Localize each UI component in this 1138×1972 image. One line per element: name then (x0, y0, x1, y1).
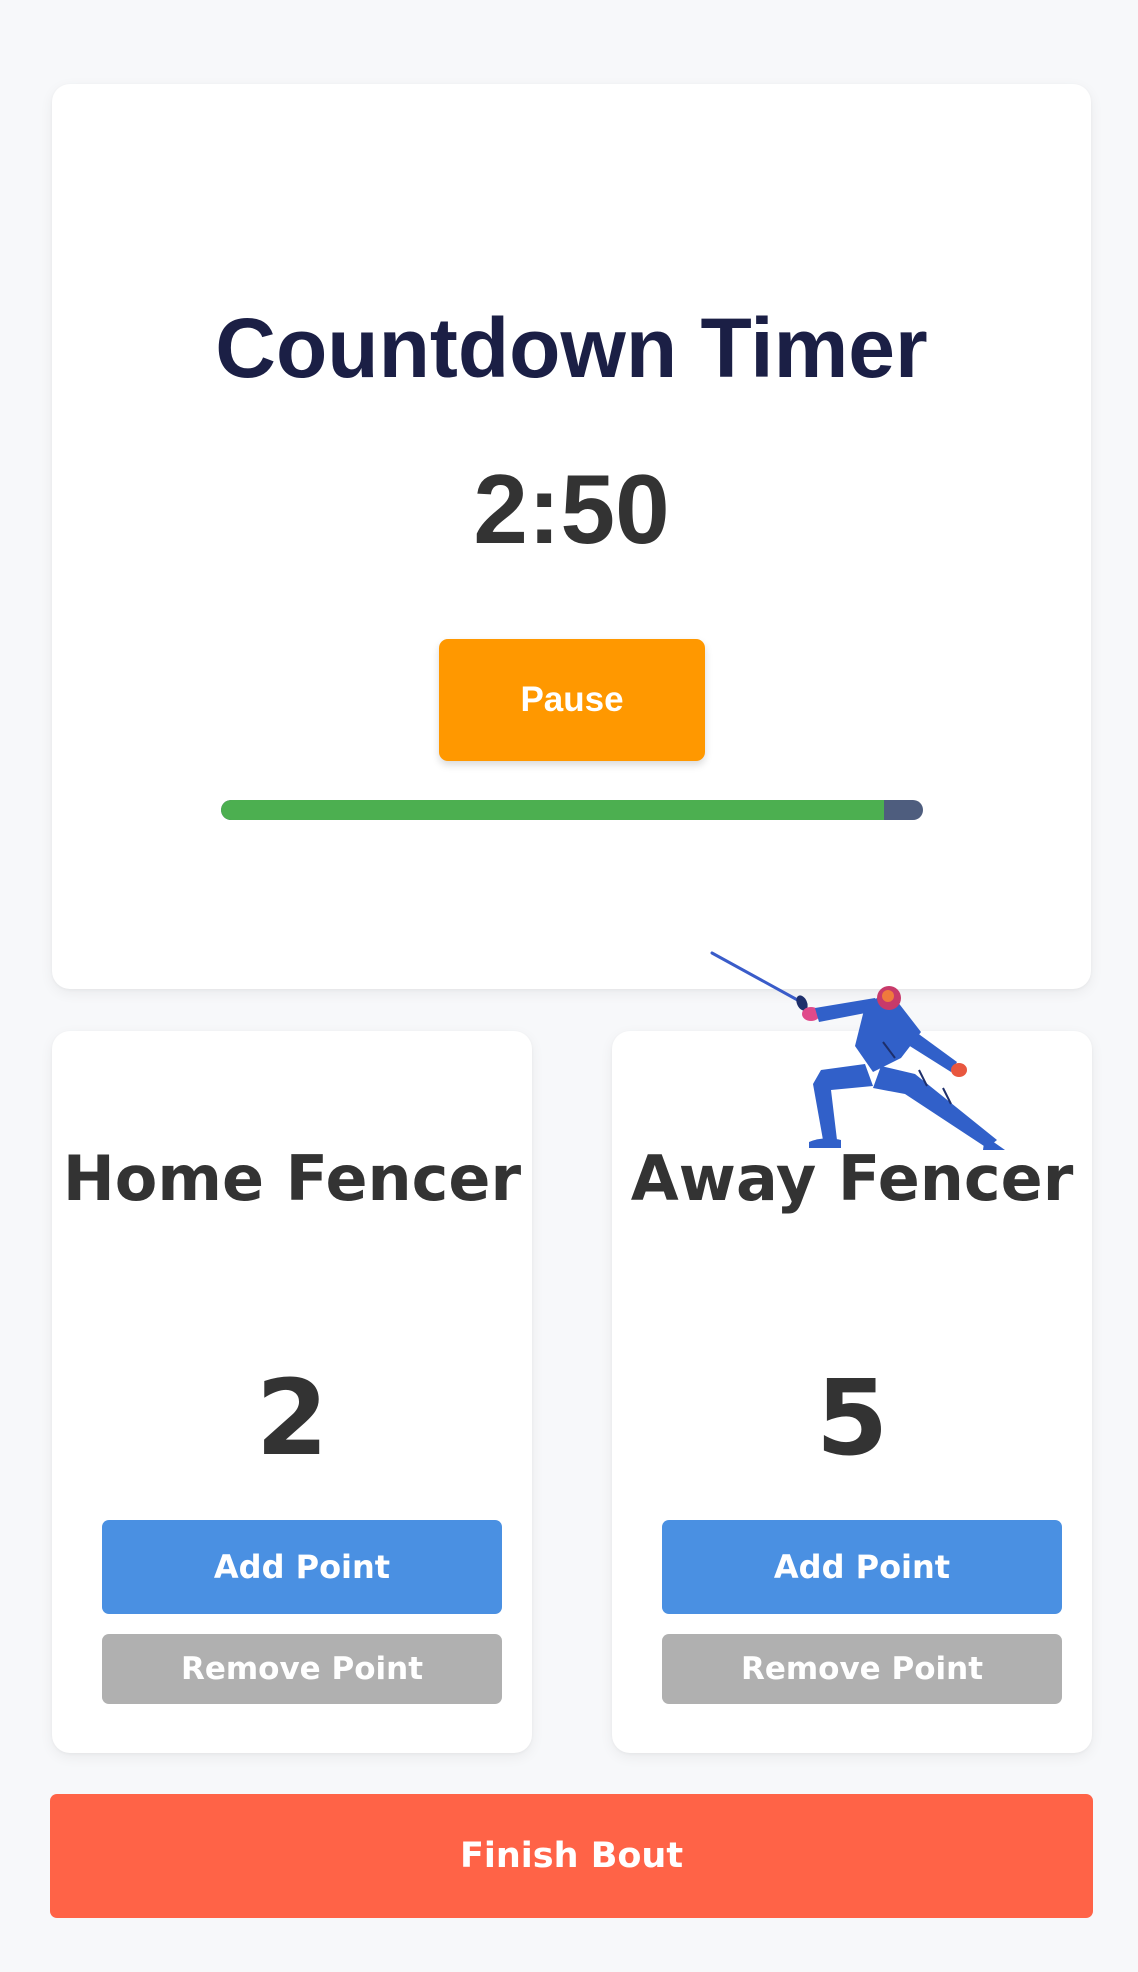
progress-bar-fill (221, 800, 884, 820)
home-add-point-button[interactable]: Add Point (102, 1520, 502, 1614)
home-fencer-card: Home Fencer 2 Add Point Remove Point (52, 1031, 532, 1753)
away-remove-point-button[interactable]: Remove Point (662, 1634, 1062, 1704)
away-add-point-button[interactable]: Add Point (662, 1520, 1062, 1614)
timer-title: Countdown Timer (215, 301, 928, 395)
fencer-illustration-icon (710, 951, 1005, 1150)
timer-display: 2:50 (473, 454, 670, 564)
home-fencer-score: 2 (255, 1357, 329, 1479)
home-fencer-name: Home Fencer (62, 1142, 522, 1215)
pause-button[interactable]: Pause (439, 639, 705, 761)
progress-bar (221, 800, 923, 820)
timer-card: Countdown Timer 2:50 Pause (52, 84, 1091, 989)
away-fencer-score: 5 (815, 1357, 889, 1479)
finish-bout-button[interactable]: Finish Bout (50, 1794, 1093, 1918)
home-remove-point-button[interactable]: Remove Point (102, 1634, 502, 1704)
